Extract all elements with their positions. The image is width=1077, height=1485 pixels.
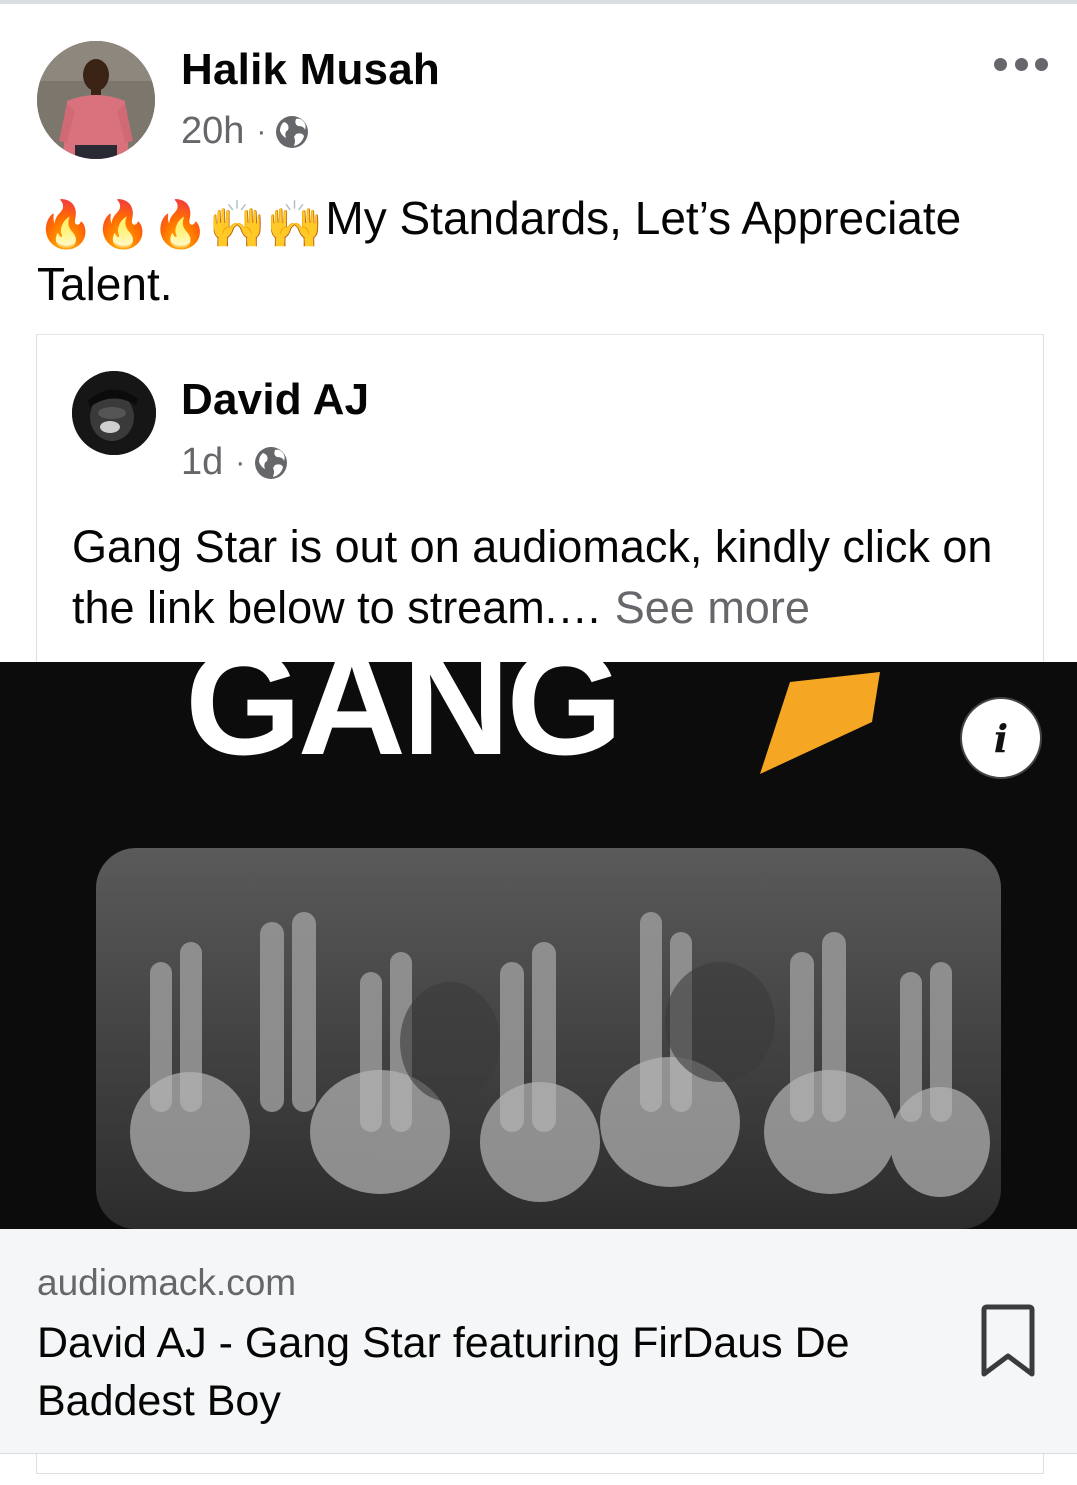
post-emojis: 🔥🔥🔥🙌🙌 <box>37 198 324 250</box>
globe-icon[interactable] <box>274 114 310 150</box>
author-name[interactable]: Halik Musah <box>181 45 440 95</box>
meta-separator: · <box>235 445 246 479</box>
shared-post-time[interactable]: 1d <box>181 441 223 484</box>
bookmark-icon[interactable] <box>978 1304 1038 1380</box>
album-cover-art: GANG <box>0 662 1077 1229</box>
link-preview-image[interactable]: GANG <box>0 662 1077 1229</box>
more-options-icon[interactable] <box>994 53 1048 75</box>
shared-author-name[interactable]: David AJ <box>181 375 369 425</box>
link-title[interactable]: David AJ - Gang Star featuring FirDaus D… <box>37 1314 917 1430</box>
globe-icon[interactable] <box>253 445 289 481</box>
shared-post-meta: 1d · <box>181 441 289 484</box>
shared-author-avatar[interactable] <box>72 371 156 455</box>
see-more-link[interactable]: See more <box>615 582 810 633</box>
cover-title: GANG <box>185 662 619 786</box>
post-body: 🔥🔥🔥🙌🙌My Standards, Let’s Appreciate Tale… <box>37 188 1047 314</box>
info-button[interactable]: i <box>960 697 1042 779</box>
shared-post-text: Gang Star is out on audiomack, kindly cl… <box>72 516 1012 638</box>
post-time[interactable]: 20h <box>181 110 244 153</box>
author-avatar[interactable] <box>37 41 155 159</box>
top-divider <box>0 0 1077 4</box>
post-meta: 20h · <box>181 110 310 153</box>
meta-separator: · <box>256 114 267 148</box>
shared-avatar-photo <box>72 371 156 455</box>
info-icon: i <box>993 715 1009 761</box>
link-domain: audiomack.com <box>37 1262 297 1303</box>
avatar-photo <box>37 41 155 159</box>
shared-post-body: Gang Star is out on audiomack, kindly cl… <box>72 521 993 633</box>
